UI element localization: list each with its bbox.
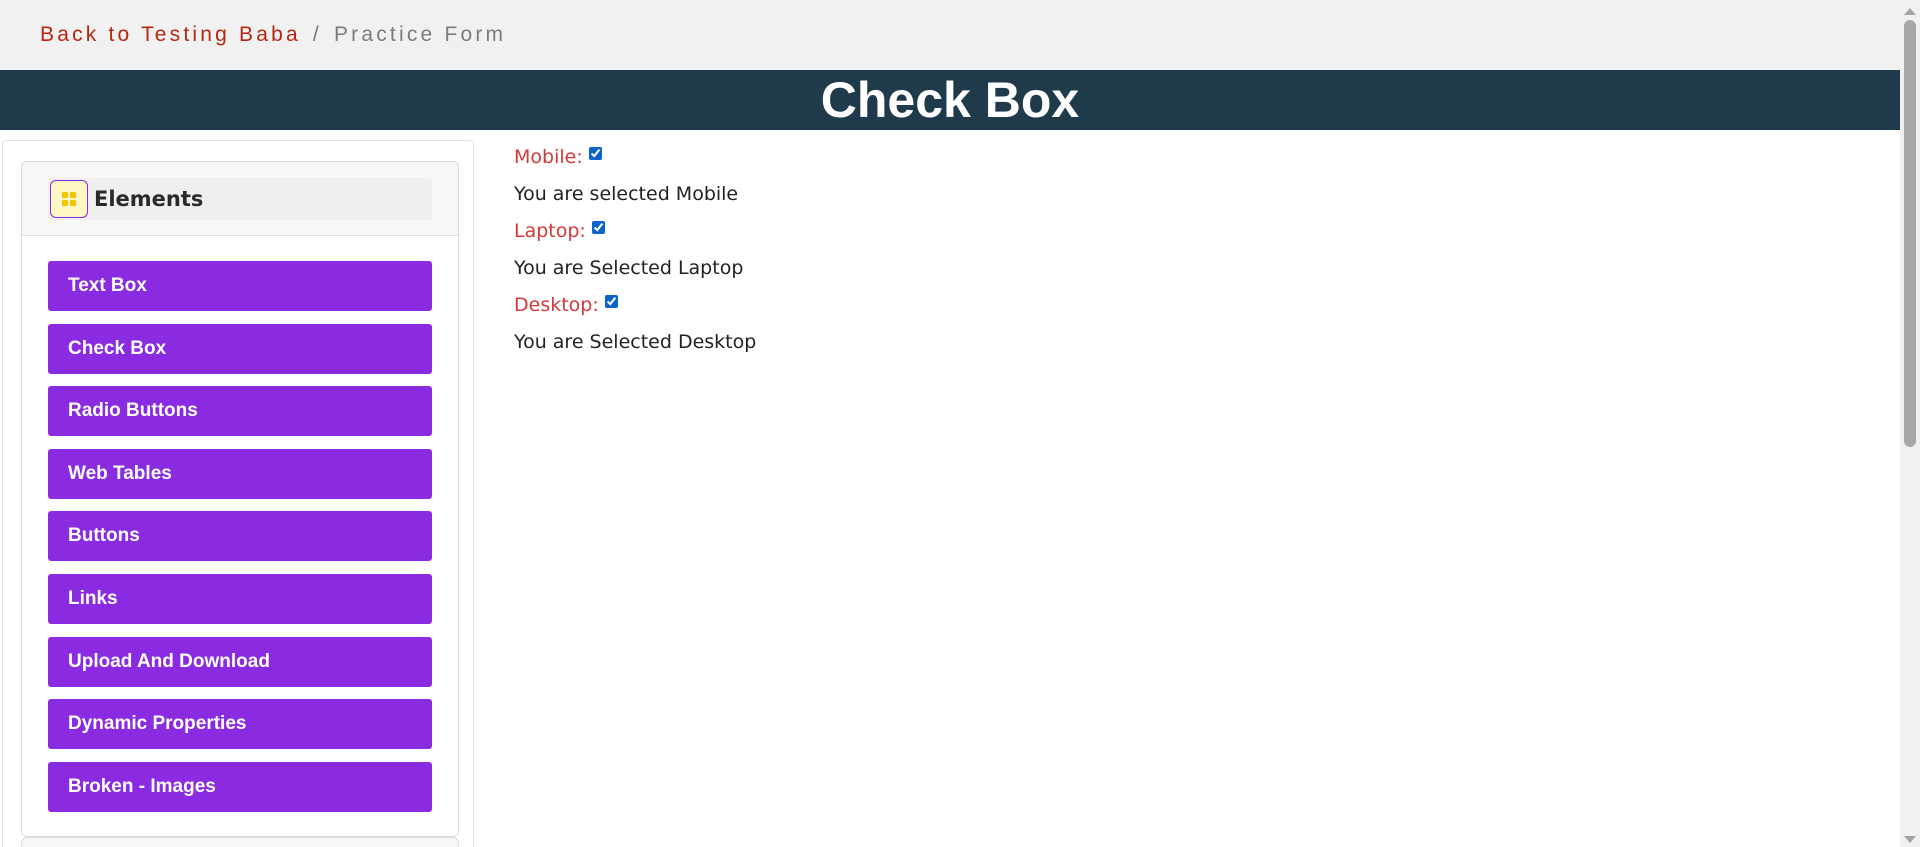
elements-group-header[interactable]: Elements xyxy=(22,162,458,236)
elements-menu: Text Box Check Box Radio Buttons Web Tab… xyxy=(48,261,432,824)
elements-group: Elements Text Box Check Box Radio Button… xyxy=(21,161,459,837)
laptop-message: You are Selected Laptop xyxy=(514,257,744,279)
menu-item-radio-buttons[interactable]: Radio Buttons xyxy=(48,386,432,437)
page: Back to Testing Baba / Practice Form Che… xyxy=(0,0,1920,847)
back-to-testing-baba-link[interactable]: Back to Testing Baba xyxy=(40,23,301,47)
desktop-label: Desktop: xyxy=(514,294,599,316)
breadcrumb-separator: / xyxy=(312,23,322,46)
menu-item-upload-and-download[interactable]: Upload And Download xyxy=(48,636,432,687)
sidebar: Elements Text Box Check Box Radio Button… xyxy=(2,140,474,847)
scroll-down-arrow-icon[interactable] xyxy=(1904,836,1916,843)
scroll-up-arrow-icon[interactable] xyxy=(1904,8,1916,15)
mobile-label: Mobile: xyxy=(514,146,583,168)
menu-item-links[interactable]: Links xyxy=(48,573,432,624)
title-banner: Check Box xyxy=(0,70,1900,130)
next-group-header[interactable] xyxy=(21,837,459,847)
menu-item-web-tables[interactable]: Web Tables xyxy=(48,448,432,499)
menu-item-buttons[interactable]: Buttons xyxy=(48,511,432,562)
desktop-row: Desktop: xyxy=(514,290,1414,320)
mobile-message: You are selected Mobile xyxy=(514,183,739,205)
menu-item-text-box[interactable]: Text Box xyxy=(48,261,432,311)
mobile-row: Mobile: xyxy=(514,142,1414,172)
grid-icon xyxy=(50,180,88,218)
elements-group-header-inner: Elements xyxy=(48,178,432,220)
elements-group-title: Elements xyxy=(94,187,204,211)
menu-item-dynamic-properties[interactable]: Dynamic Properties xyxy=(48,699,432,750)
breadcrumb-current: Practice Form xyxy=(333,23,507,46)
breadcrumb: Back to Testing Baba / Practice Form xyxy=(0,0,1900,70)
checkbox-panel: Mobile: You are selected Mobile Laptop: … xyxy=(514,142,1414,364)
laptop-label: Laptop: xyxy=(514,220,586,242)
desktop-message: You are Selected Desktop xyxy=(514,331,757,353)
laptop-checkbox[interactable] xyxy=(591,220,605,234)
desktop-checkbox[interactable] xyxy=(604,294,618,308)
menu-item-broken-images[interactable]: Broken - Images xyxy=(48,761,432,812)
mobile-checkbox[interactable] xyxy=(588,146,602,160)
menu-item-check-box[interactable]: Check Box xyxy=(48,323,432,374)
laptop-row: Laptop: xyxy=(514,216,1414,246)
scroll-thumb[interactable] xyxy=(1904,20,1916,447)
vertical-scrollbar[interactable] xyxy=(1900,0,1920,847)
page-title: Check Box xyxy=(820,72,1080,128)
